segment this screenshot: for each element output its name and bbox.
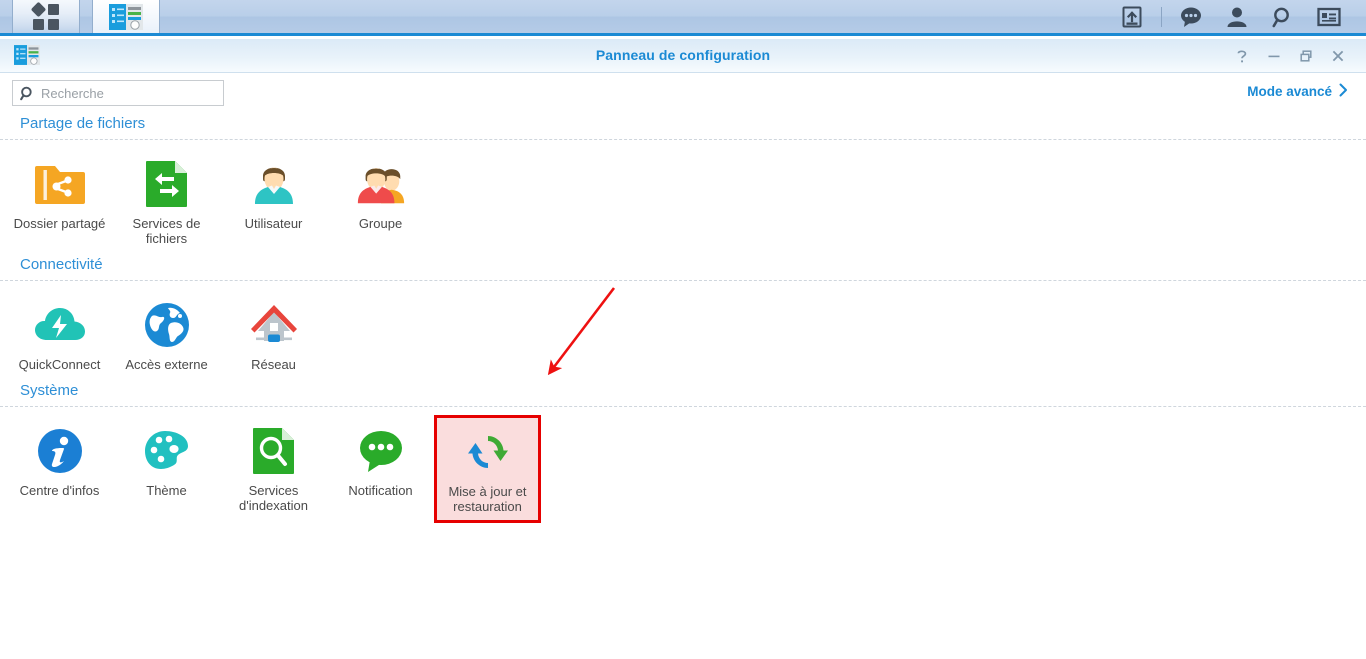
app-tile-info-center[interactable]: Centre d'infos bbox=[6, 415, 113, 523]
control-panel-window: Panneau de configuration Recherche Mode … bbox=[0, 39, 1366, 659]
shared-folder-icon bbox=[34, 158, 86, 210]
search-input[interactable] bbox=[41, 85, 209, 101]
app-tile-label: Centre d'infos bbox=[19, 483, 100, 498]
main-menu-button[interactable] bbox=[12, 0, 80, 33]
update-restore-icon bbox=[462, 426, 514, 478]
widgets-icon[interactable] bbox=[1306, 0, 1352, 35]
app-tile-update-restore[interactable]: Mise à jour et restauration bbox=[434, 415, 541, 523]
taskbar-right-icons bbox=[1109, 0, 1366, 33]
file-services-icon bbox=[141, 158, 193, 210]
search-icon[interactable] bbox=[1260, 0, 1306, 35]
advanced-mode-label: Mode avancé bbox=[1247, 84, 1332, 99]
help-button[interactable] bbox=[1226, 39, 1258, 73]
app-tile-label: Thème bbox=[146, 483, 187, 498]
app-tile-label: Accès externe bbox=[125, 357, 208, 372]
section-title-connectivity: Connectivité bbox=[20, 256, 103, 273]
app-tile-theme[interactable]: Thème bbox=[113, 415, 220, 523]
section-divider bbox=[0, 406, 1366, 407]
control-panel-toolbar: Mode avancé bbox=[0, 73, 1366, 113]
app-tile-label: Réseau bbox=[251, 357, 296, 372]
network-house-icon bbox=[248, 299, 300, 351]
user-icon[interactable] bbox=[1214, 0, 1260, 35]
upload-icon[interactable] bbox=[1109, 0, 1155, 35]
desktop-taskbar bbox=[0, 0, 1366, 36]
app-tile-label: Services d'indexation bbox=[239, 483, 308, 513]
theme-palette-icon bbox=[141, 425, 193, 477]
app-tile-user[interactable]: Utilisateur bbox=[220, 148, 327, 254]
advanced-mode-link[interactable]: Mode avancé bbox=[1247, 83, 1348, 100]
app-tile-notification[interactable]: Notification bbox=[327, 415, 434, 523]
quickconnect-cloud-icon bbox=[34, 299, 86, 351]
app-tile-quickconnect[interactable]: QuickConnect bbox=[6, 289, 113, 380]
app-tile-network[interactable]: Réseau bbox=[220, 289, 327, 380]
app-tile-label: Mise à jour et restauration bbox=[448, 484, 527, 514]
info-center-icon bbox=[34, 425, 86, 477]
control-panel-content: Partage de fichiers Dossier partagé Serv… bbox=[0, 115, 1366, 523]
maximize-button[interactable] bbox=[1290, 39, 1322, 73]
app-tile-label: Services de fichiers bbox=[132, 216, 201, 246]
chevron-right-icon bbox=[1339, 83, 1348, 100]
app-tile-label: Utilisateur bbox=[244, 216, 303, 231]
window-title-bar: Panneau de configuration bbox=[0, 39, 1366, 73]
indexing-service-icon bbox=[248, 425, 300, 477]
window-controls bbox=[1226, 39, 1354, 73]
taskbar-left-spacer bbox=[0, 0, 12, 33]
grid-menu-icon bbox=[30, 1, 59, 30]
group-icon bbox=[355, 158, 407, 210]
minimize-button[interactable] bbox=[1258, 39, 1290, 73]
user-icon bbox=[248, 158, 300, 210]
app-tile-shared-folder[interactable]: Dossier partagé bbox=[6, 148, 113, 254]
control-panel-icon bbox=[109, 3, 143, 30]
app-tile-label: Notification bbox=[348, 483, 413, 498]
app-tile-file-services[interactable]: Services de fichiers bbox=[113, 148, 220, 254]
app-tile-external-access[interactable]: Accès externe bbox=[113, 289, 220, 380]
search-box[interactable] bbox=[12, 80, 224, 106]
section-divider bbox=[0, 139, 1366, 140]
app-tile-label: QuickConnect bbox=[18, 357, 101, 372]
section-title-file-sharing: Partage de fichiers bbox=[20, 115, 146, 132]
app-tile-label: Groupe bbox=[358, 216, 403, 231]
notification-bubble-icon bbox=[355, 425, 407, 477]
section-items-connectivity: QuickConnect Accès externe Réseau bbox=[0, 289, 1366, 380]
section-items-system: Centre d'infos Thème Services d'indexati… bbox=[0, 415, 1366, 523]
taskbar-separator bbox=[1161, 6, 1162, 27]
globe-icon bbox=[141, 299, 193, 351]
section-divider bbox=[0, 280, 1366, 281]
close-button[interactable] bbox=[1322, 39, 1354, 73]
section-title-system: Système bbox=[20, 382, 79, 399]
app-tile-label: Dossier partagé bbox=[13, 216, 106, 231]
app-tile-group[interactable]: Groupe bbox=[327, 148, 434, 254]
page-title: Panneau de configuration bbox=[595, 47, 771, 63]
section-items-file-sharing: Dossier partagé Services de fichiers Uti… bbox=[0, 148, 1366, 254]
chat-icon[interactable] bbox=[1168, 0, 1214, 35]
taskbar-control-panel-button[interactable] bbox=[92, 0, 160, 33]
search-icon bbox=[20, 86, 35, 101]
app-tile-indexing-service[interactable]: Services d'indexation bbox=[220, 415, 327, 523]
